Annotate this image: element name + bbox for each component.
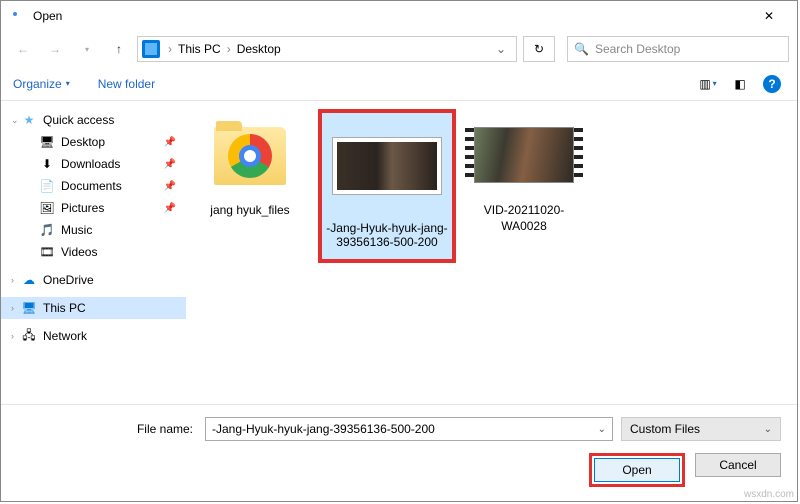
sidebar-onedrive[interactable]: › ☁ OneDrive (1, 269, 186, 291)
expand-icon: › (11, 303, 21, 313)
sidebar-network[interactable]: › 🖧 Network (1, 325, 186, 347)
sidebar-item-desktop[interactable]: 🖥Desktop📌 (1, 131, 186, 153)
titlebar: Open ✕ (1, 1, 797, 31)
pin-icon: 📌 (164, 159, 176, 170)
sidebar-item-downloads[interactable]: ⬇Downloads📌 (1, 153, 186, 175)
close-icon: ✕ (764, 9, 774, 23)
nav-forward-button[interactable]: → (41, 35, 69, 63)
search-icon: 🔍 (574, 42, 589, 56)
view-mode-button[interactable]: ▥▾ (695, 73, 721, 95)
folder-icon (200, 115, 300, 197)
filename-input[interactable]: -Jang-Hyuk-hyuk-jang-39356136-500-200 ⌄ (205, 417, 613, 441)
chevron-down-icon: ▾ (66, 79, 70, 88)
view-icon: ▥ (699, 77, 710, 91)
cancel-button[interactable]: Cancel (695, 453, 781, 477)
videos-icon: 🎞 (39, 244, 55, 260)
pin-icon: 📌 (164, 203, 176, 214)
preview-icon: ◧ (734, 77, 745, 91)
pictures-icon: 🖼 (39, 200, 55, 216)
help-button[interactable]: ? (759, 73, 785, 95)
network-icon: 🖧 (21, 328, 37, 344)
watermark: wsxdn.com (744, 489, 794, 500)
chrome-icon (228, 134, 272, 178)
new-folder-button[interactable]: New folder (98, 77, 155, 91)
filename-label: File name: (17, 422, 197, 436)
pc-icon: 🖥 (21, 300, 37, 316)
file-label: jang hyuk_files (196, 203, 304, 219)
search-placeholder: Search Desktop (595, 42, 680, 56)
toolbar: Organize ▾ New folder ▥▾ ◧ ? (1, 67, 797, 101)
file-label: -Jang-Hyuk-hyuk-jang-39356136-500-200 (326, 221, 448, 249)
nav-back-button[interactable]: ← (9, 35, 37, 63)
sidebar-item-music[interactable]: 🎵Music (1, 219, 186, 241)
close-button[interactable]: ✕ (749, 2, 789, 30)
sidebar: ⌄ ★ Quick access 🖥Desktop📌 ⬇Downloads📌 📄… (1, 101, 186, 404)
filter-label: Custom Files (630, 422, 700, 436)
body-area: ⌄ ★ Quick access 🖥Desktop📌 ⬇Downloads📌 📄… (1, 101, 797, 404)
sidebar-this-pc[interactable]: › 🖥 This PC (1, 297, 186, 319)
preview-pane-button[interactable]: ◧ (727, 73, 753, 95)
open-button-highlight: Open (589, 453, 685, 487)
open-button[interactable]: Open (594, 458, 680, 482)
documents-icon: 📄 (39, 178, 55, 194)
file-item-video[interactable]: VID-20211020-WA0028 (464, 109, 584, 240)
sidebar-item-pictures[interactable]: 🖼Pictures📌 (1, 197, 186, 219)
expand-icon: ⌄ (11, 115, 21, 126)
video-thumbnail (474, 127, 574, 183)
sidebar-item-label: Network (43, 329, 87, 343)
search-input[interactable]: 🔍 Search Desktop (567, 36, 789, 62)
breadcrumb-this-pc[interactable]: This PC (176, 42, 223, 56)
window-title: Open (33, 9, 749, 23)
cloud-icon: ☁ (21, 272, 37, 288)
file-type-filter[interactable]: Custom Files ⌄ (621, 417, 781, 441)
sidebar-item-videos[interactable]: 🎞Videos (1, 241, 186, 263)
sidebar-item-label: Quick access (43, 113, 114, 127)
breadcrumb[interactable]: › This PC › Desktop ⌄ (137, 36, 517, 62)
downloads-icon: ⬇ (39, 156, 55, 172)
nav-up-button[interactable]: ↑ (105, 35, 133, 63)
organize-menu[interactable]: Organize ▾ (13, 77, 70, 91)
navbar: ← → ▾ ↑ › This PC › Desktop ⌄ ↻ 🔍 Search… (1, 31, 797, 67)
sidebar-item-label: OneDrive (43, 273, 94, 287)
star-icon: ★ (21, 112, 37, 128)
sidebar-item-label: This PC (43, 301, 86, 315)
chevron-down-icon: ⌄ (764, 424, 772, 435)
file-list[interactable]: jang hyuk_files -Jang-Hyuk-hyuk-jang-393… (186, 101, 797, 404)
desktop-icon: 🖥 (39, 134, 55, 150)
filename-value: -Jang-Hyuk-hyuk-jang-39356136-500-200 (212, 422, 598, 436)
file-item-selected[interactable]: -Jang-Hyuk-hyuk-jang-39356136-500-200 (318, 109, 456, 263)
music-icon: 🎵 (39, 222, 55, 238)
sidebar-item-documents[interactable]: 📄Documents📌 (1, 175, 186, 197)
breadcrumb-sep-icon: › (164, 42, 176, 56)
breadcrumb-desktop[interactable]: Desktop (235, 42, 283, 56)
open-dialog: Open ✕ ← → ▾ ↑ › This PC › Desktop ⌄ ↻ 🔍… (0, 0, 798, 502)
expand-icon: › (11, 275, 21, 285)
pin-icon: 📌 (164, 181, 176, 192)
breadcrumb-dropdown-icon[interactable]: ⌄ (490, 42, 512, 56)
refresh-button[interactable]: ↻ (523, 36, 555, 62)
pc-icon (142, 40, 160, 58)
refresh-icon: ↻ (534, 42, 544, 56)
bottom-panel: File name: -Jang-Hyuk-hyuk-jang-39356136… (1, 404, 797, 501)
breadcrumb-sep-icon: › (223, 42, 235, 56)
chrome-icon (9, 8, 25, 24)
image-thumbnail (332, 137, 442, 195)
pin-icon: 📌 (164, 137, 176, 148)
sidebar-quick-access[interactable]: ⌄ ★ Quick access (1, 109, 186, 131)
chevron-down-icon: ▾ (713, 79, 717, 88)
help-icon: ? (763, 75, 781, 93)
file-item-folder[interactable]: jang hyuk_files (190, 109, 310, 225)
chevron-down-icon[interactable]: ⌄ (598, 424, 606, 435)
file-label: VID-20211020-WA0028 (470, 203, 578, 234)
nav-recent-button[interactable]: ▾ (73, 35, 101, 63)
expand-icon: › (11, 331, 21, 341)
